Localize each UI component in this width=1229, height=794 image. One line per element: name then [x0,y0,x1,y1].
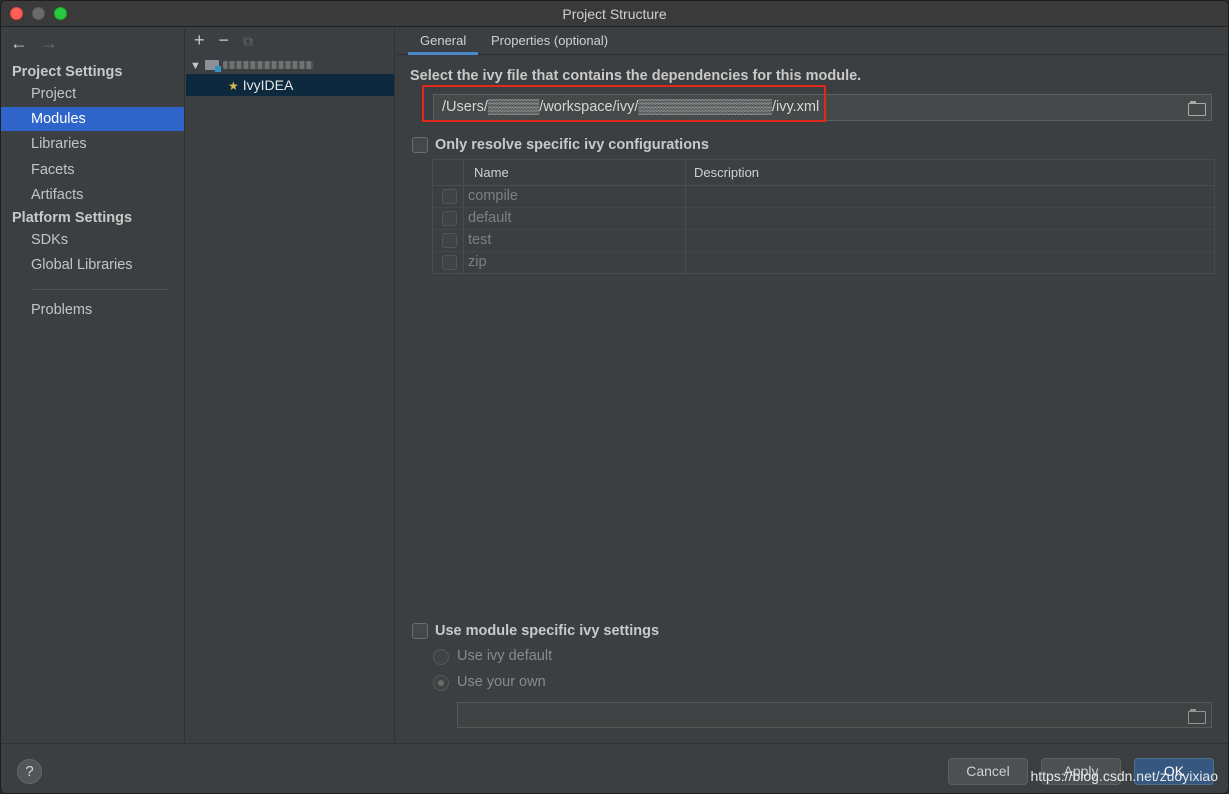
module-tree-panel: + − ⧉ ▼ ★ IvyIDEA [186,28,395,743]
row-checkbox[interactable] [442,233,457,248]
copy-icon[interactable]: ⧉ [243,33,253,50]
sidebar-item-facets[interactable]: Facets [1,158,184,182]
platform-settings-header: Platform Settings [12,210,133,226]
sidebar-item-modules[interactable]: Modules [1,107,184,131]
back-arrow-icon[interactable]: ← [10,33,28,54]
forward-arrow-icon[interactable]: → [40,33,58,54]
config-name: default [468,210,512,226]
annotation-highlight-box [422,85,826,122]
tab-general[interactable]: General [408,28,479,55]
module-folder-icon [204,60,221,73]
ivy-facet-icon: ★ [228,79,239,93]
configurations-table: Name Description compile default test zi… [432,159,1215,274]
use-ivy-default-label: Use ivy default [457,648,553,664]
row-checkbox[interactable] [442,255,457,270]
watermark-text: https://blog.csdn.net/zuoyixiao [1030,768,1218,784]
tree-row-project-module[interactable]: ▼ [186,53,394,75]
sidebar-item-libraries[interactable]: Libraries [1,132,184,156]
help-button[interactable]: ? [17,759,42,784]
module-settings-checkbox[interactable] [412,623,428,639]
config-name: test [468,232,492,248]
column-name-header[interactable]: Name [474,165,509,180]
module-settings-label: Use module specific ivy settings [435,623,660,639]
sidebar-item-sdks[interactable]: SDKs [1,228,184,252]
sidebar-divider [31,289,169,290]
cancel-button[interactable]: Cancel [948,758,1028,785]
sidebar-item-artifacts[interactable]: Artifacts [1,183,184,207]
use-ivy-default-radio[interactable] [433,649,449,665]
sidebar-item-project[interactable]: Project [1,82,184,106]
add-icon[interactable]: + [194,30,205,51]
tree-row-label: IvyIDEA [242,77,294,93]
row-checkbox[interactable] [442,211,457,226]
only-resolve-checkbox[interactable] [412,137,428,153]
sidebar-item-problems[interactable]: Problems [1,298,184,322]
sidebar-item-global-libraries[interactable]: Global Libraries [1,253,184,277]
table-row[interactable]: compile [433,186,1214,208]
table-row[interactable]: default [433,208,1214,230]
table-row[interactable]: zip [433,252,1214,274]
tab-properties[interactable]: Properties (optional) [479,28,620,55]
expand-arrow-icon[interactable]: ▼ [190,60,201,72]
tree-row-ivyidea[interactable]: ★ IvyIDEA [186,74,394,96]
module-detail-panel: General Properties (optional) Select the… [396,28,1228,743]
history-navigation: ← → [10,33,70,54]
redacted-module-name [222,61,313,70]
dialog-footer: ? Cancel Apply OK https://blog.csdn.net/… [1,743,1228,793]
only-resolve-label: Only resolve specific ivy configurations [435,137,709,153]
use-your-own-label: Use your own [457,674,546,690]
config-name: compile [468,188,518,204]
settings-sidebar: ← → Project Settings Project Modules Libr… [1,28,185,743]
tree-toolbar: + − ⧉ [194,30,267,51]
window-title: Project Structure [562,6,667,22]
table-row[interactable]: test [433,230,1214,252]
column-description-header[interactable]: Description [694,165,759,180]
project-settings-header: Project Settings [12,64,123,80]
browse-settings-folder-icon[interactable] [1188,709,1206,724]
browse-folder-icon[interactable] [1188,101,1206,116]
remove-icon[interactable]: − [219,30,230,51]
row-checkbox[interactable] [442,189,457,204]
tab-strip: General Properties (optional) [396,28,1228,55]
table-header: Name Description [433,160,1214,186]
ivy-settings-path-input[interactable] [457,702,1212,728]
title-bar: Project Structure [1,1,1228,27]
project-structure-window: Project Structure ← → Project Settings Pr… [0,0,1229,794]
config-name: zip [468,254,487,270]
ivy-file-prompt: Select the ivy file that contains the de… [410,68,862,84]
use-your-own-radio[interactable] [433,675,449,691]
